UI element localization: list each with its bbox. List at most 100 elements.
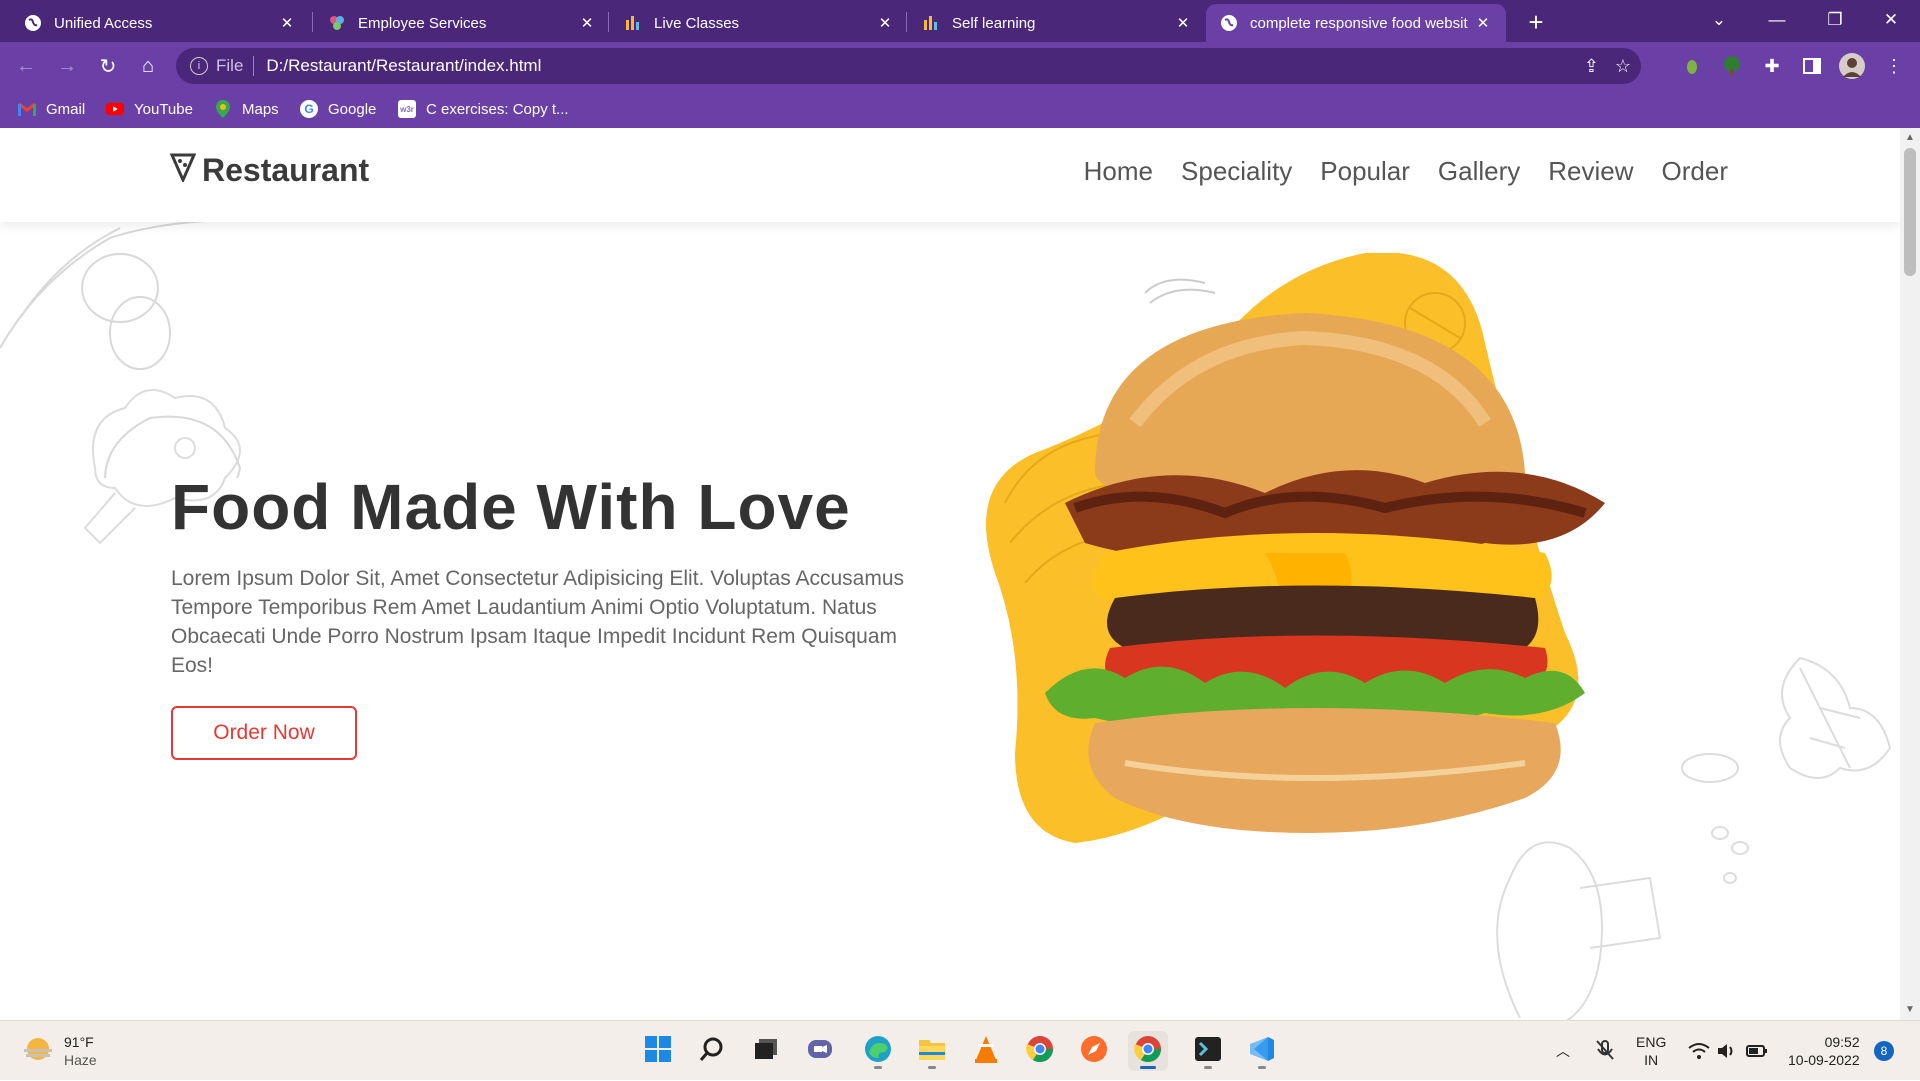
clock[interactable]: 09:52 10-09-2022: [1788, 1021, 1860, 1081]
address-url[interactable]: D:/Restaurant/Restaurant/index.html: [266, 56, 541, 76]
tab-title: Live Classes: [654, 14, 740, 32]
close-icon[interactable]: ✕: [1474, 14, 1492, 32]
tab-live-classes[interactable]: Live Classes ✕: [610, 4, 908, 42]
scrollbar-thumb[interactable]: [1904, 148, 1916, 276]
chrome-active-button[interactable]: [1128, 1031, 1168, 1071]
tab-title: Employee Services: [358, 14, 487, 32]
chat-icon: [806, 1036, 834, 1067]
leaf-doodle-right: [1779, 656, 1892, 779]
order-now-button[interactable]: Order Now: [171, 706, 357, 760]
home-button[interactable]: ⌂: [132, 50, 164, 82]
vscode-button[interactable]: [1242, 1031, 1282, 1071]
volume-icon[interactable]: [1716, 1021, 1738, 1081]
share-icon[interactable]: ⇪: [1584, 56, 1599, 77]
weather-condition: Haze: [64, 1052, 97, 1068]
arrow-right-icon: →: [57, 54, 77, 77]
bookmark-google[interactable]: G Google: [300, 96, 376, 122]
close-icon: ✕: [1883, 10, 1899, 29]
nav-order[interactable]: Order: [1662, 156, 1728, 187]
tab-self-learning[interactable]: Self learning ✕: [908, 4, 1206, 42]
address-divider: [253, 56, 255, 76]
search-icon: [699, 1036, 725, 1067]
extensions-puzzle-icon[interactable]: ✚: [1758, 52, 1786, 80]
terminal-app-button[interactable]: [1188, 1031, 1228, 1071]
taskbar: 91°F Haze ︿ ENG IN 09:52 10-09-2022 8: [0, 1020, 1920, 1080]
running-indicator: [1204, 1066, 1212, 1069]
tab-food-website[interactable]: complete responsive food websit ✕: [1206, 4, 1506, 42]
bookmark-youtube[interactable]: YouTube: [106, 96, 193, 122]
bookmark-star-icon[interactable]: ☆: [1615, 56, 1631, 77]
vscode-icon: [1248, 1035, 1276, 1068]
back-button[interactable]: ←: [10, 50, 42, 82]
nav-home[interactable]: Home: [1084, 156, 1153, 187]
bookmark-c-exercises[interactable]: w3r C exercises: Copy t...: [398, 96, 569, 122]
restore-button[interactable]: ❐: [1806, 0, 1864, 40]
pizza-icon: [169, 152, 197, 189]
page-scrollbar[interactable]: ▲ ▼: [1900, 128, 1920, 1020]
edge-button[interactable]: [858, 1031, 898, 1071]
close-icon[interactable]: ✕: [578, 14, 596, 32]
reload-icon: ↻: [99, 55, 117, 78]
language-indicator[interactable]: ENG IN: [1636, 1021, 1666, 1081]
extension-tree-icon[interactable]: [1718, 52, 1746, 80]
tab-divider: [906, 12, 907, 32]
battery-icon[interactable]: [1746, 1021, 1768, 1081]
info-icon[interactable]: i: [190, 57, 208, 75]
nav-speciality[interactable]: Speciality: [1181, 156, 1292, 187]
scroll-up-icon[interactable]: ▲: [1904, 132, 1916, 144]
start-button[interactable]: [638, 1031, 678, 1071]
show-hidden-icons-button[interactable]: ︿: [1556, 1021, 1570, 1081]
hero-title: Food Made With Love: [171, 471, 851, 543]
nav-gallery[interactable]: Gallery: [1438, 156, 1520, 187]
nav-review[interactable]: Review: [1548, 156, 1633, 187]
minimize-button[interactable]: —: [1748, 0, 1806, 40]
side-panel-icon[interactable]: [1798, 52, 1826, 80]
search-button[interactable]: [692, 1031, 732, 1071]
weather-widget[interactable]: 91°F Haze: [22, 1033, 97, 1069]
close-icon[interactable]: ✕: [1174, 14, 1192, 32]
new-tab-button[interactable]: +: [1520, 6, 1552, 38]
close-icon[interactable]: ✕: [876, 14, 894, 32]
tab-title: complete responsive food websit: [1250, 14, 1468, 32]
tab-search-button[interactable]: ⌄: [1690, 0, 1748, 40]
reload-button[interactable]: ↻: [92, 50, 124, 82]
menu-kebab-icon[interactable]: ⋮: [1880, 52, 1908, 80]
edge-icon: [863, 1034, 893, 1069]
tab-unified-access[interactable]: Unified Access ✕: [10, 4, 310, 42]
notification-badge[interactable]: 8: [1874, 1021, 1894, 1081]
teams-chat-button[interactable]: [800, 1031, 840, 1071]
running-indicator: [1258, 1066, 1266, 1069]
forward-button[interactable]: →: [51, 50, 83, 82]
burger-image: [986, 253, 1605, 843]
browser-frame: Unified Access ✕ Employee Services ✕ Liv…: [0, 0, 1920, 128]
windows-logo-icon: [644, 1035, 672, 1068]
address-scheme: File: [216, 56, 244, 75]
address-bar[interactable]: i File D:/Restaurant/Restaurant/index.ht…: [176, 48, 1641, 84]
chrome-button[interactable]: [1020, 1031, 1060, 1071]
bookmark-label: Gmail: [46, 100, 86, 118]
page-viewport: Restaurant Home Speciality Popular Galle…: [0, 128, 1900, 1020]
extension-green-icon[interactable]: [1678, 52, 1706, 80]
mic-muted-button[interactable]: [1594, 1021, 1616, 1081]
vlc-button[interactable]: [966, 1031, 1006, 1071]
nav-popular[interactable]: Popular: [1320, 156, 1410, 187]
app-orange-button[interactable]: [1074, 1031, 1114, 1071]
wifi-icon[interactable]: [1688, 1021, 1710, 1081]
site-logo[interactable]: Restaurant: [169, 152, 369, 189]
bookmark-maps[interactable]: Maps: [214, 96, 279, 122]
profile-avatar[interactable]: [1838, 52, 1866, 80]
google-icon: G: [300, 100, 318, 118]
bookmark-gmail[interactable]: Gmail: [18, 96, 85, 122]
tab-employee-services[interactable]: Employee Services ✕: [314, 4, 610, 42]
bookmark-label: C exercises: Copy t...: [426, 100, 569, 118]
scroll-down-icon[interactable]: ▼: [1904, 1004, 1916, 1016]
close-icon[interactable]: ✕: [278, 14, 296, 32]
w3resource-icon: w3r: [398, 100, 416, 118]
tab-title: Self learning: [952, 14, 1036, 32]
bookmark-label: YouTube: [134, 100, 193, 118]
file-explorer-button[interactable]: [912, 1031, 952, 1071]
bookmarks-bar: Gmail YouTube Maps G Google w3r C exerci…: [0, 90, 1920, 128]
task-view-button[interactable]: [746, 1031, 786, 1071]
maps-icon: [214, 100, 232, 118]
close-window-button[interactable]: ✕: [1862, 0, 1920, 40]
